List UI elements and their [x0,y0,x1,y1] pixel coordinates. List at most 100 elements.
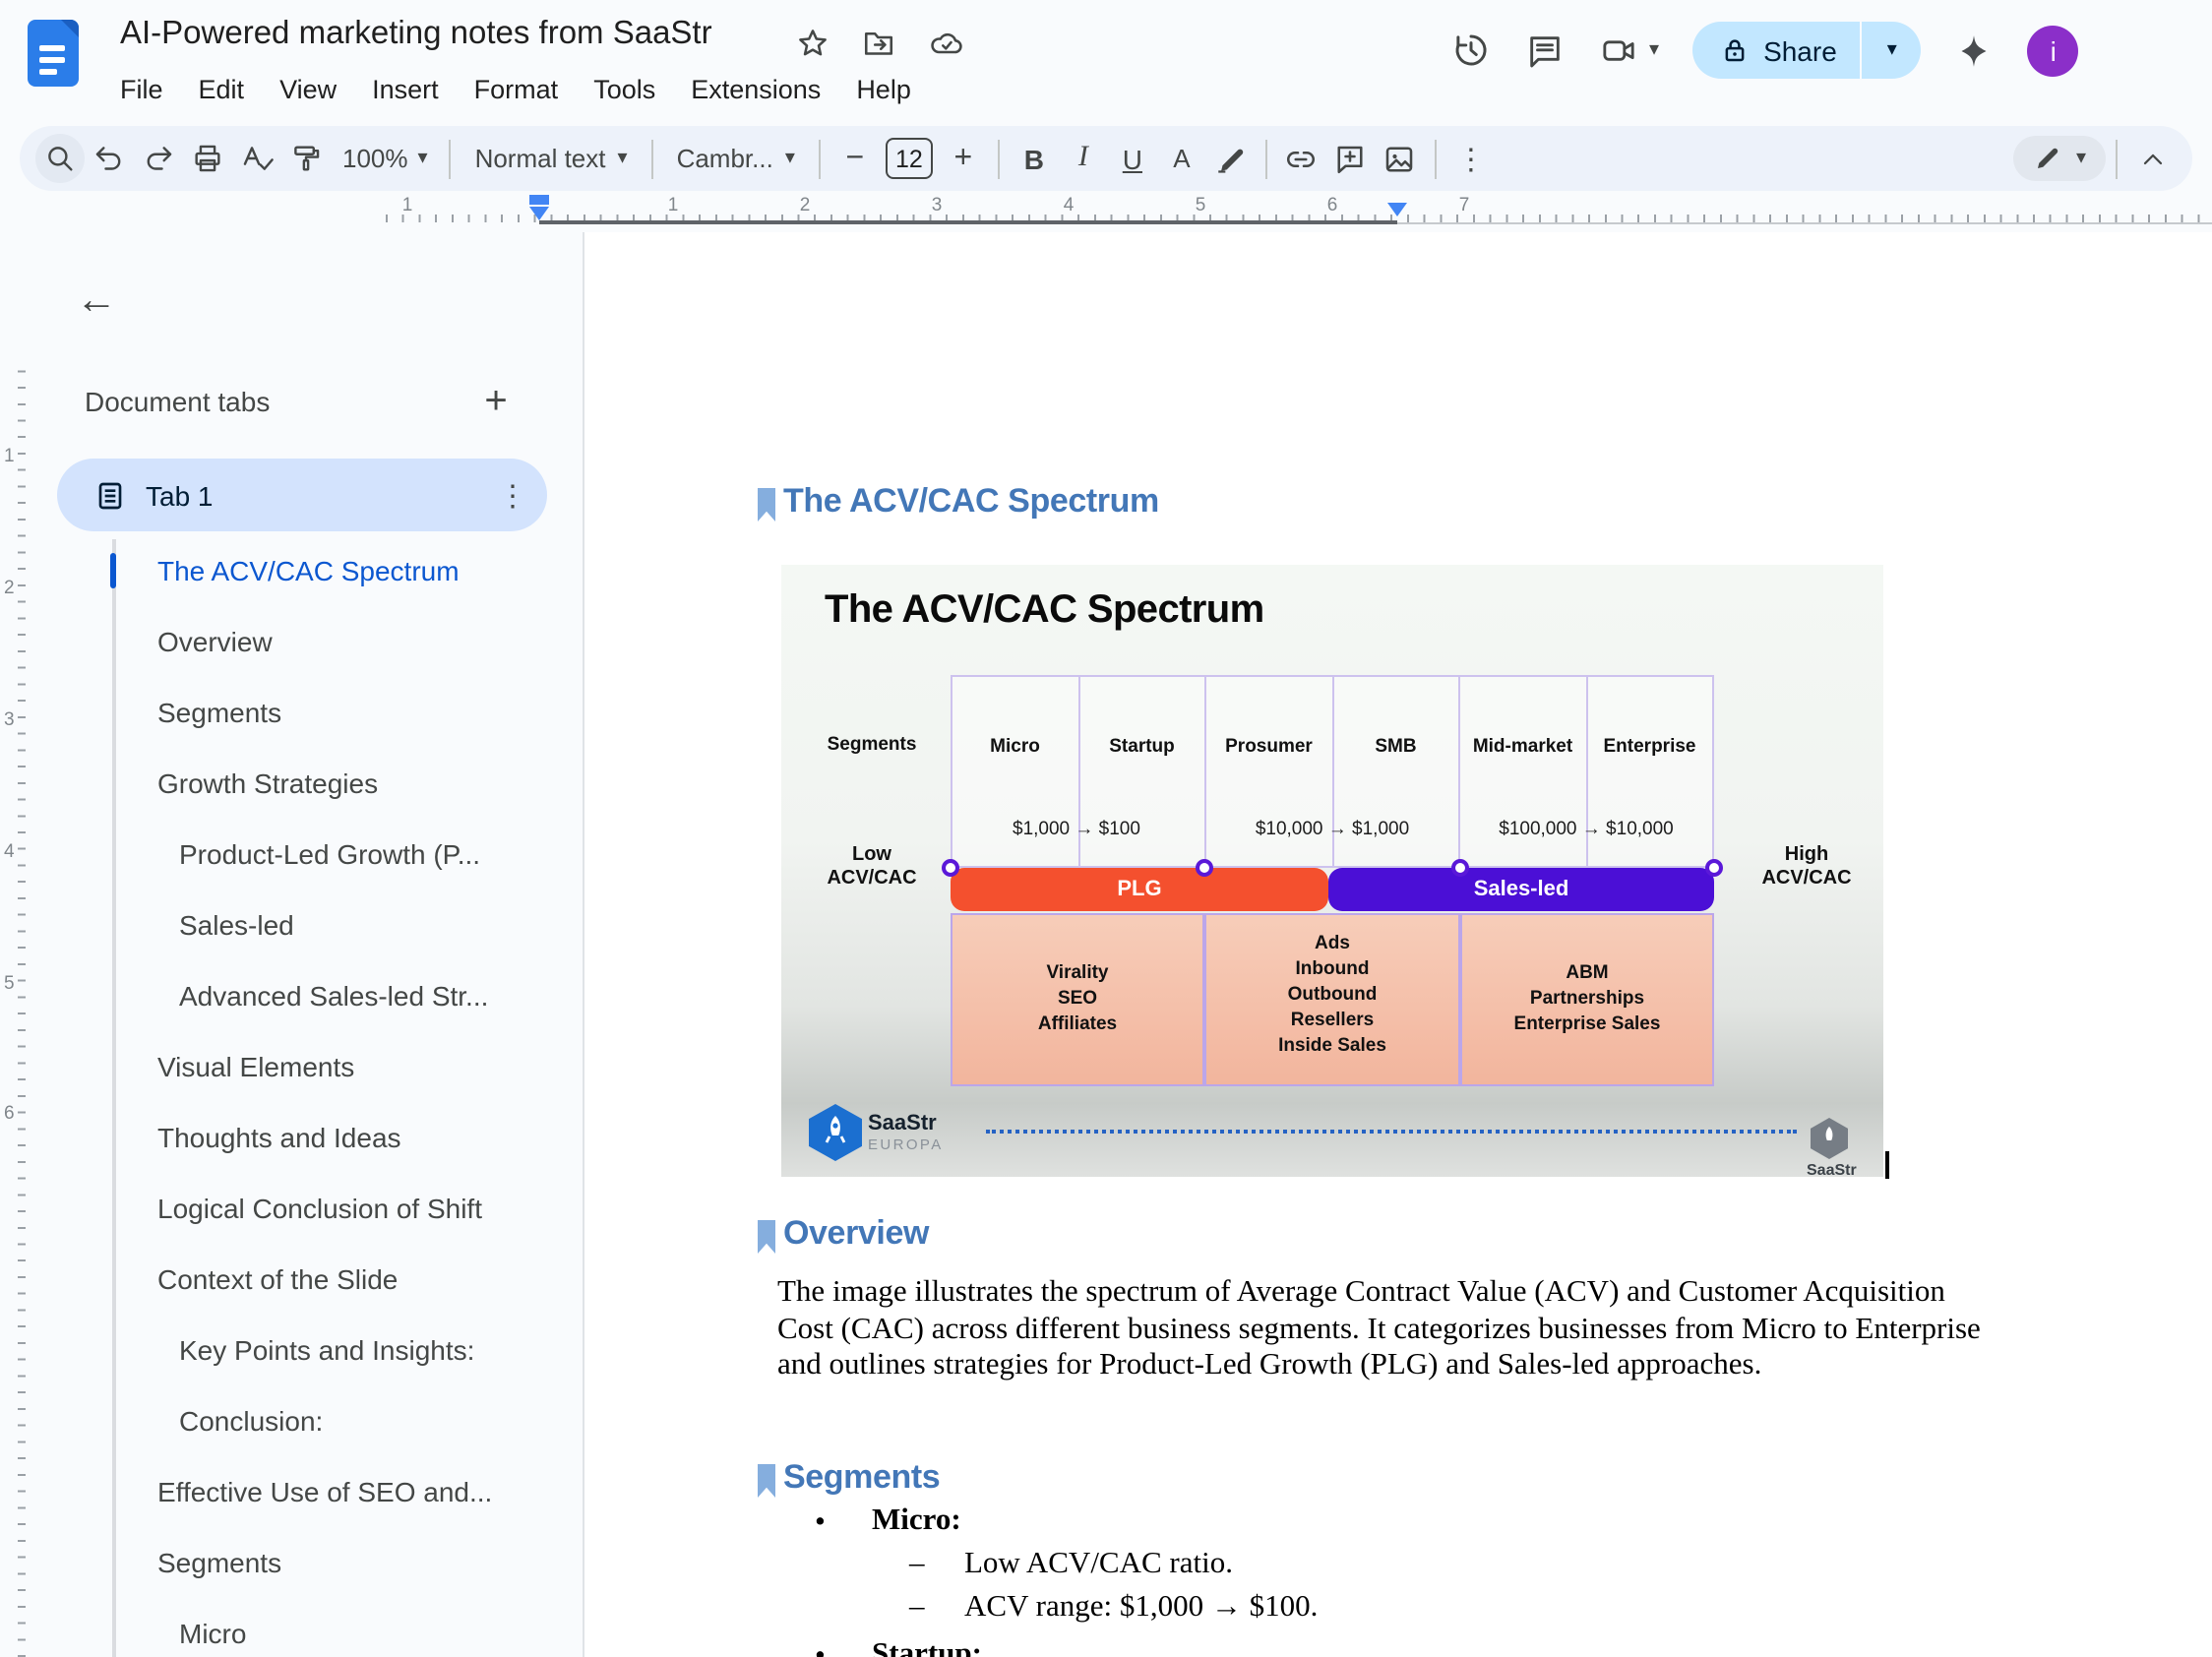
decrease-font-button[interactable]: − [830,134,880,183]
acv-transition: $1,000 → $100 [949,819,1204,840]
menu-tools[interactable]: Tools [576,67,673,114]
outline-item[interactable]: Context of the Slide [126,1244,571,1315]
search-icon [43,142,77,175]
editing-mode-button[interactable]: ▾ [2013,136,2106,181]
comment-add-icon [1333,141,1369,176]
sales-strategies-box: ABM Partnerships Enterprise Sales [1460,913,1714,1086]
outline-item[interactable]: Sales-led [126,890,571,960]
saastr-watermark-text: SaaStr [1807,1161,1857,1177]
share-dropdown-button[interactable]: ▾ [1861,22,1922,79]
outline-item[interactable]: Thoughts and Ideas [126,1102,571,1173]
outline-item[interactable]: Advanced Sales-led Str... [126,960,571,1031]
v-ruler-number: 1 [4,446,15,467]
undo-button[interactable] [85,134,134,183]
cloud-saved-icon[interactable] [927,26,966,61]
highlight-color-button[interactable] [1206,134,1256,183]
zoom-select[interactable]: 100% ▾ [331,144,440,173]
outline-item[interactable]: Segments [126,1527,571,1598]
spectrum-node-dot [1451,859,1469,877]
tab-options-kebab-icon[interactable]: ⋮ [498,477,527,513]
doc-heading-acv-cac[interactable]: The ACV/CAC Spectrum [783,482,1159,522]
bullet-marker: • [815,1639,826,1657]
menu-extensions[interactable]: Extensions [673,67,838,114]
italic-icon: I [1062,142,1105,175]
insert-image-button[interactable] [1376,134,1425,183]
comments-icon[interactable] [1525,31,1565,70]
ruler-number: 1 [402,195,413,216]
zoom-value: 100% [342,144,408,173]
move-folder-icon[interactable] [860,26,897,61]
document-title[interactable]: AI-Powered marketing notes from SaaStr [120,16,712,53]
doc-heading-overview[interactable]: Overview [783,1214,929,1254]
font-family-select[interactable]: Cambr... ▾ [663,144,809,173]
first-line-indent-marker[interactable] [529,195,549,204]
left-indent-marker[interactable] [528,207,548,220]
search-menus-button[interactable] [35,134,85,183]
high-acv-label: HighACV/CAC [1728,844,1883,890]
share-label: Share [1763,34,1837,66]
more-tools-button[interactable]: ⋮ [1446,134,1496,183]
sub-bullet[interactable]: ACV range: $1,000 → $100. [964,1590,1318,1626]
embedded-image-acv-cac-spectrum[interactable]: The ACV/CAC Spectrum Micro Startup Prosu… [781,565,1883,1177]
outline-item[interactable]: Product-Led Growth (P... [126,819,571,890]
ruler-number: 5 [1196,195,1206,216]
spectrum-node-dot [1196,859,1213,877]
share-button[interactable]: Share [1692,22,1861,79]
mid-strategies-box: Ads Inbound Outbound Resellers Inside Sa… [1204,913,1460,1086]
right-indent-marker[interactable] [1386,203,1406,216]
spellcheck-button[interactable] [232,134,281,183]
outline-item[interactable]: The ACV/CAC Spectrum [126,535,571,606]
outline-item[interactable]: Segments [126,677,571,748]
tab-label: Tab 1 [146,479,478,511]
underline-icon: U [1111,143,1154,174]
bold-button[interactable]: B [1010,134,1059,183]
sales-led-bar-label: Sales-led [1474,878,1569,901]
add-tab-button[interactable]: + [468,374,523,429]
gemini-sparkle-icon[interactable] [1955,31,1995,70]
text-color-button[interactable]: A [1157,134,1206,183]
outline-item[interactable]: Overview [126,606,571,677]
v-ruler-number: 6 [4,1103,15,1125]
version-history-icon[interactable] [1450,30,1492,71]
sub-bullet[interactable]: Low ACV/CAC ratio. [964,1547,1233,1582]
video-call-button[interactable]: ▾ [1598,31,1659,70]
overview-paragraph[interactable]: The image illustrates the spectrum of Av… [777,1275,1997,1385]
menu-view[interactable]: View [262,67,354,114]
paragraph-style-select[interactable]: Normal text ▾ [461,144,642,173]
menu-format[interactable]: Format [457,67,577,114]
italic-button[interactable]: I [1059,134,1108,183]
hide-menus-button[interactable] [2127,134,2177,183]
menu-edit[interactable]: Edit [181,67,263,114]
menu-insert[interactable]: Insert [354,67,457,114]
add-comment-button[interactable] [1326,134,1376,183]
account-avatar[interactable]: i [2028,25,2079,76]
ruler-baseline-right [1397,222,2212,224]
outline-item[interactable]: Growth Strategies [126,748,571,819]
lock-icon [1720,35,1750,65]
paint-format-button[interactable] [281,134,331,183]
print-button[interactable] [183,134,232,183]
low-acv-label: LowACV/CAC [793,844,951,890]
outline-item[interactable]: Conclusion: [126,1385,571,1456]
font-size-input[interactable]: 12 [886,138,933,179]
doc-heading-segments[interactable]: Segments [783,1458,940,1498]
redo-button[interactable] [134,134,183,183]
outline-item[interactable]: Logical Conclusion of Shift [126,1173,571,1244]
bullet-term-startup[interactable]: Startup: [872,1637,982,1657]
outline-item[interactable]: Micro [126,1598,571,1657]
outline-item[interactable]: Key Points and Insights: [126,1315,571,1385]
menu-help[interactable]: Help [838,67,929,114]
star-icon[interactable] [795,26,830,61]
menu-file[interactable]: File [102,67,181,114]
insert-link-button[interactable] [1277,134,1326,183]
acv-transition: $100,000 → $10,000 [1458,819,1714,840]
increase-font-button[interactable]: + [939,134,988,183]
outline-item[interactable]: Effective Use of SEO and... [126,1456,571,1527]
close-tabs-panel-button[interactable]: ← [63,268,130,335]
outline-item[interactable]: Visual Elements [126,1031,571,1102]
tab-1-item[interactable]: Tab 1 ⋮ [57,459,547,531]
underline-button[interactable]: U [1108,134,1157,183]
dotted-divider-line [986,1130,1797,1134]
docs-logo-icon[interactable] [28,20,79,87]
bullet-term-micro[interactable]: Micro: [872,1504,961,1539]
